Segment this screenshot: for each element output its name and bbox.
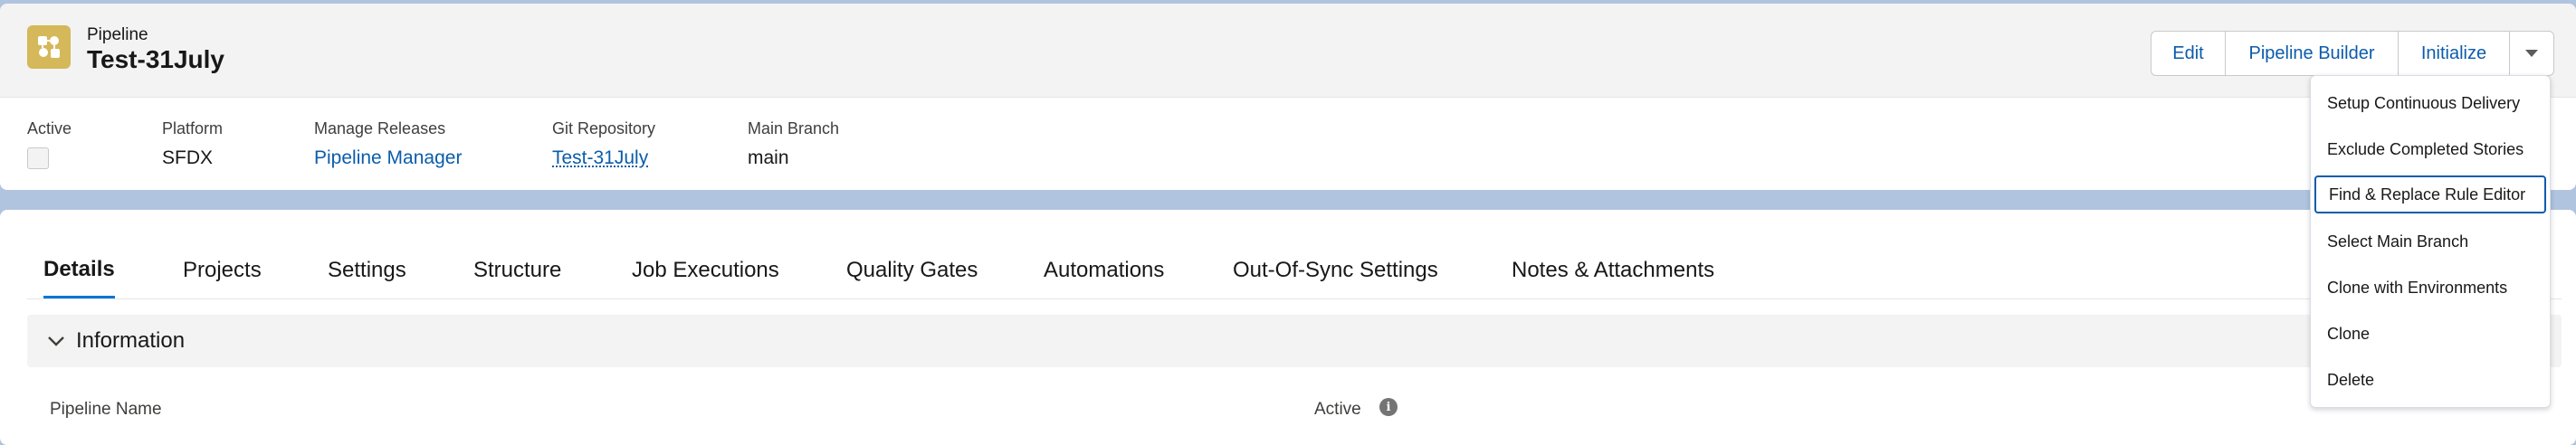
menu-item-delete[interactable]: Delete [2311, 361, 2550, 399]
field-manage-releases: Manage Releases Pipeline Manager [314, 119, 462, 169]
tab-bar: Details Projects Settings Structure Job … [27, 242, 2562, 299]
record-header: Pipeline Test-31July Edit Pipeline Build… [0, 4, 2576, 190]
field-main-branch: Main Branch main [748, 119, 839, 169]
record-header-top: Pipeline Test-31July Edit Pipeline Build… [0, 4, 2576, 98]
chevron-down-icon [2524, 49, 2539, 58]
tab-out-of-sync-settings[interactable]: Out-Of-Sync Settings [1233, 242, 1438, 298]
manage-releases-link[interactable]: Pipeline Manager [314, 147, 462, 169]
section-title: Information [76, 328, 185, 354]
active-checkbox [27, 147, 49, 169]
menu-item-find-replace-rule-editor[interactable]: Find & Replace Rule Editor [2314, 175, 2546, 213]
platform-value: SFDX [162, 147, 223, 169]
menu-item-exclude-completed-stories[interactable]: Exclude Completed Stories [2311, 130, 2550, 168]
git-repository-link[interactable]: Test-31July [552, 147, 655, 169]
field-platform: Platform SFDX [162, 119, 223, 169]
pipeline-builder-button[interactable]: Pipeline Builder [2226, 32, 2399, 75]
menu-item-clone-with-environments[interactable]: Clone with Environments [2311, 269, 2550, 307]
pipeline-name-label: Pipeline Name [50, 400, 162, 420]
record-title: Test-31July [87, 45, 224, 74]
menu-item-select-main-branch[interactable]: Select Main Branch [2311, 222, 2550, 260]
tab-job-executions[interactable]: Job Executions [632, 242, 779, 298]
more-actions-button[interactable] [2510, 32, 2553, 75]
initialize-button[interactable]: Initialize [2399, 32, 2510, 75]
menu-item-clone[interactable]: Clone [2311, 315, 2550, 353]
git-repository-label: Git Repository [552, 119, 655, 138]
tab-projects[interactable]: Projects [183, 242, 262, 298]
manage-releases-label: Manage Releases [314, 119, 462, 138]
platform-label: Platform [162, 119, 223, 138]
tab-structure[interactable]: Structure [473, 242, 561, 298]
info-icon[interactable]: i [1379, 398, 1398, 416]
field-git-repository: Git Repository Test-31July [552, 119, 655, 169]
pipeline-icon [27, 25, 71, 69]
object-type-label: Pipeline [87, 25, 148, 45]
tab-notes-attachments[interactable]: Notes & Attachments [1512, 242, 1714, 298]
field-active: Active [27, 119, 72, 169]
tab-automations[interactable]: Automations [1044, 242, 1164, 298]
edit-button[interactable]: Edit [2151, 32, 2226, 75]
action-button-group: Edit Pipeline Builder Initialize [2151, 31, 2554, 76]
tab-settings[interactable]: Settings [328, 242, 406, 298]
tab-quality-gates[interactable]: Quality Gates [846, 242, 978, 298]
more-actions-menu: Setup Continuous Delivery Exclude Comple… [2310, 75, 2551, 408]
menu-item-setup-continuous-delivery[interactable]: Setup Continuous Delivery [2311, 84, 2550, 122]
detail-active-label: Active [1314, 400, 1361, 420]
chevron-down-icon [47, 335, 65, 347]
information-section-header[interactable]: Information [27, 315, 2562, 367]
main-branch-value: main [748, 147, 839, 169]
tab-details[interactable]: Details [43, 242, 115, 298]
main-branch-label: Main Branch [748, 119, 839, 138]
active-label: Active [27, 119, 72, 138]
record-body: Details Projects Settings Structure Job … [0, 210, 2576, 445]
